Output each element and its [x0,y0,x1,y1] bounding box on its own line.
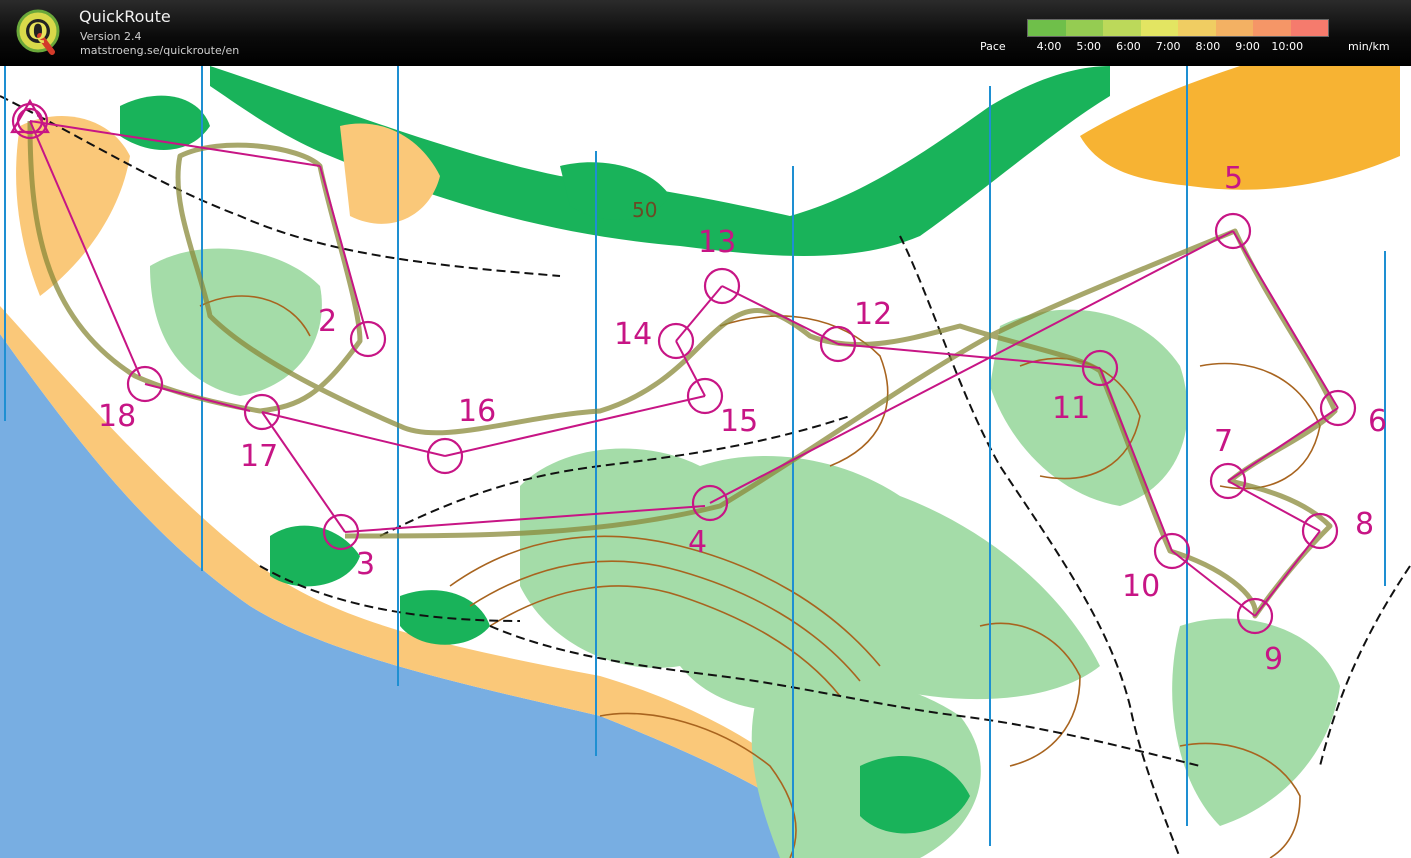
pace-tick-label: 4:00 [1036,40,1062,53]
control-label-17: 17 [240,439,278,474]
control-label-15: 15 [720,404,758,439]
control-label-4: 4 [688,525,707,560]
pace-tick-label: 10:00 [1271,40,1304,53]
control-label-8: 8 [1355,507,1374,542]
control-label-11: 11 [1052,391,1090,426]
pace-color-bar [1027,19,1329,37]
forest-clump-2 [400,590,490,645]
pace-color-segment [1253,20,1291,36]
forest-patch-center [520,448,1100,711]
app-version: Version 2.4 [80,30,142,43]
pace-color-segment [1178,20,1216,36]
app-url-link[interactable]: matstroeng.se/quickroute/en [80,44,239,57]
pace-color-segment [1290,20,1328,36]
pace-tick-label: 7:00 [1155,40,1181,53]
pace-tick-label: 8:00 [1195,40,1221,53]
pace-tick-label: 6:00 [1116,40,1141,53]
control-label-2: 2 [318,304,337,339]
quickroute-logo-icon: Q [16,9,60,55]
control-label-18: 18 [98,399,136,434]
forest-patch-southeast [1172,618,1340,826]
pace-color-segment [1140,20,1178,36]
control-label-5: 5 [1224,161,1243,196]
control-label-13: 13 [698,225,736,260]
app-header: Q QuickRoute Version 2.4 matstroeng.se/q… [0,0,1411,66]
logo-letter: Q [28,19,47,45]
pace-tick-label: 9:00 [1235,40,1260,53]
pace-color-segment [1215,20,1253,36]
control-label-12: 12 [854,297,892,332]
map-canvas[interactable]: 50 2 3 4 5 6 7 8 9 10 11 12 13 14 15 16 … [0,66,1411,858]
control-label-16: 16 [458,394,496,429]
control-label-9: 9 [1264,642,1283,677]
pace-legend: Pace 4:00 5:00 6:00 7:00 8:00 9:00 10:00 min/k… [975,0,1405,66]
pace-color-segment [1065,20,1103,36]
control-label-14: 14 [614,317,652,352]
control-label-3: 3 [356,547,375,582]
control-label-7: 7 [1214,424,1233,459]
pace-color-segment [1103,20,1141,36]
orienteering-map[interactable]: 50 2 3 4 5 6 7 8 9 10 11 12 13 14 15 16 … [0,66,1411,858]
pace-color-segment [1028,20,1066,36]
app-title: QuickRoute [79,7,171,26]
contour-label: 50 [632,198,657,222]
control-label-10: 10 [1122,569,1160,604]
open-patch-center [340,123,440,224]
pace-label: Pace [980,40,1006,53]
pace-tick-label: 5:00 [1076,40,1102,53]
control-label-6: 6 [1368,404,1387,439]
pace-unit: min/km [1348,40,1390,53]
